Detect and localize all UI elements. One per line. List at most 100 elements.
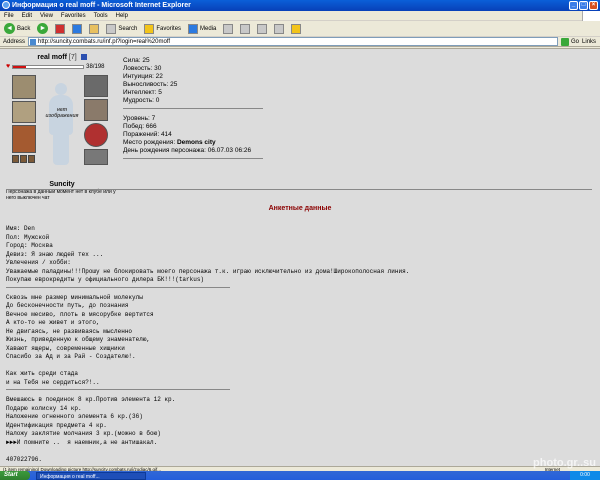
go-label: Go (571, 38, 580, 45)
refresh-icon (72, 23, 83, 34)
mail-icon (240, 23, 251, 34)
service-line: Подарю колиску 14 кр. (6, 404, 82, 412)
poem-line: Спасибо за Ад и за Рай - Создателю!. (6, 353, 136, 360)
hp-row: ♥ 38/198 (6, 63, 118, 70)
favorites-button[interactable]: Favorites (142, 22, 183, 36)
close-button[interactable]: × (589, 1, 598, 10)
menu-tools[interactable]: Tools (94, 11, 108, 20)
section-divider (6, 189, 592, 190)
helmet-slot[interactable] (84, 75, 108, 97)
mail-button[interactable] (238, 22, 252, 36)
poem-line: До бесконечности путь, до познания (6, 302, 129, 309)
maximize-button[interactable]: □ (579, 1, 588, 10)
stat-wisdom: Мудрость: 0 (123, 97, 160, 104)
stat-birthplace: Место рождения: Demons city (123, 139, 216, 146)
info-icon[interactable] (80, 54, 87, 61)
poem-line: Хавают ящеры, современные хищники (6, 344, 125, 352)
menu-view[interactable]: View (40, 11, 53, 20)
stat-agility: Ловкость: 30 (123, 65, 162, 72)
media-button[interactable]: Media (186, 22, 218, 36)
taskbar: Start Информация о real moff... 0:00 (0, 471, 600, 480)
profile-text: Уважаемые паладины!!!Прошу не блокироват… (6, 267, 410, 275)
ring-slot[interactable] (12, 155, 19, 163)
stats-divider (123, 108, 263, 109)
hp-bar-fill (13, 65, 27, 68)
home-button[interactable] (87, 22, 101, 36)
poem-line: Сквозь мне размер минимальной молекулы (6, 293, 143, 301)
question-line: и на Тебя не сердиться?!.. (6, 378, 100, 386)
boots-slot[interactable] (84, 149, 108, 165)
weapon-slot[interactable] (12, 75, 36, 99)
window-titlebar[interactable]: Информация о real moff - Microsoft Inter… (0, 0, 600, 11)
stop-icon (55, 23, 66, 34)
star-icon (144, 23, 155, 34)
messenger-icon (291, 23, 302, 34)
profile-text: Покупаю еврокредиты у официального дилер… (6, 276, 205, 283)
ie-icon (2, 1, 10, 9)
menu-favorites[interactable]: Favorites (61, 11, 86, 20)
stat-birthday: День рождения персонажа: 06.07.03 06:26 (123, 147, 252, 154)
back-arrow-icon: ◄ (4, 23, 15, 34)
profile-city: Город: Москва (6, 242, 53, 249)
menu-edit[interactable]: Edit (22, 11, 32, 20)
forward-arrow-icon: ► (37, 23, 49, 34)
stat-intuition: Интуиция: 22 (123, 73, 163, 80)
heart-icon: ♥ (6, 63, 11, 70)
watermark: photo.gr..su (533, 457, 596, 469)
shield-slot[interactable] (84, 123, 108, 147)
forward-button[interactable]: ► (35, 22, 50, 36)
character-panel: real moff [7] ♥ 38/198 нет изображения S… (6, 54, 118, 201)
ring-slot[interactable] (28, 155, 35, 163)
favorites-label: Favorites (156, 25, 182, 32)
profile-motto: Девиз: Я знаю людей тех ... (6, 250, 104, 258)
history-icon (223, 23, 234, 34)
icq-number: 407022796. (6, 455, 43, 463)
cloak-slot[interactable] (12, 125, 36, 153)
edit-button[interactable] (272, 22, 286, 36)
address-bar: Address http://suncity.combats.ru/inf.pl… (0, 37, 600, 47)
taskbar-item-ie[interactable]: Информация о real moff... (36, 471, 146, 480)
print-button[interactable] (255, 22, 269, 36)
address-label: Address (3, 38, 26, 45)
start-button[interactable]: Start (0, 471, 30, 480)
stat-endurance: Выносливость: 25 (123, 81, 178, 88)
history-button[interactable] (221, 22, 235, 36)
profile-section: Имя: Den Пол: Мужской Город: Москва Деви… (6, 225, 592, 464)
ring-slot[interactable] (20, 155, 27, 163)
search-button[interactable]: Search (104, 22, 139, 36)
character-silhouette (46, 83, 76, 165)
refresh-button[interactable] (70, 22, 84, 36)
poem-line: Вечное месиво, плоть в мясорубке вертитс… (6, 310, 154, 318)
stat-wins: Побед: 666 (123, 123, 157, 130)
links-button[interactable]: Links (582, 39, 596, 45)
service-line: Идентификация предмета 4 кр. (6, 421, 107, 429)
profile-title: Анкетные данные (268, 205, 332, 212)
window-title: Информация о real moff - Microsoft Inter… (12, 2, 191, 9)
hp-bar (12, 64, 85, 69)
page-icon (30, 39, 37, 45)
character-city: Suncity (49, 181, 75, 188)
birthplace-value: Demons city (176, 139, 216, 146)
poem-line: Не двигаясь, не развиваясь мысленно (6, 327, 133, 335)
service-line: Наложу заклятие молчания 3 кр.(можно в б… (6, 430, 161, 437)
minimize-button[interactable]: _ (569, 1, 578, 10)
profile-hobbies-label: Увлечения / хобби: (6, 259, 71, 266)
armor-slot[interactable] (84, 99, 108, 121)
service-line: Вмешаюсь в поединок 8 кр.Против элемента… (6, 396, 176, 403)
stats-divider (123, 158, 263, 159)
go-button[interactable]: Go (561, 37, 580, 46)
address-input[interactable]: http://suncity.combats.ru/inf.pl?login=r… (28, 37, 559, 46)
back-label: Back (17, 25, 31, 32)
stats-panel: Сила: 25 Ловкость: 30 Интуиция: 22 Вынос… (123, 57, 268, 162)
menu-file[interactable]: File (4, 11, 14, 20)
axe-slot[interactable] (12, 101, 36, 123)
back-button[interactable]: ◄ Back (2, 22, 32, 36)
search-label: Search (118, 25, 138, 32)
go-arrow-icon (561, 37, 570, 46)
stop-button[interactable] (53, 22, 67, 36)
messenger-button[interactable] (289, 22, 303, 36)
menu-help[interactable]: Help (116, 11, 128, 20)
character-level: [7] (68, 54, 77, 61)
page-content: real moff [7] ♥ 38/198 нет изображения S… (0, 48, 600, 466)
character-doll: нет изображения (6, 73, 118, 173)
